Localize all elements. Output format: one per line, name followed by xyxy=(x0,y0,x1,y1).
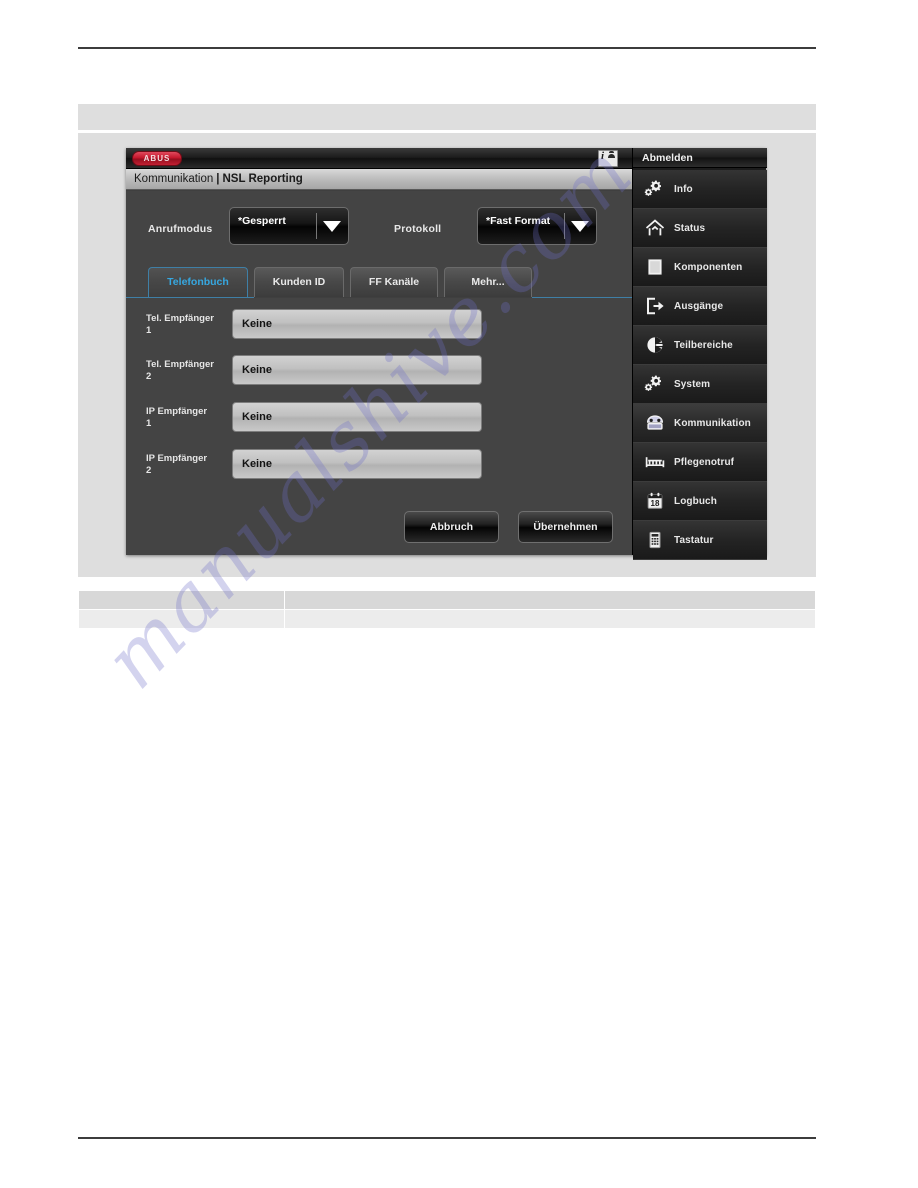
sidebar-item-tastatur[interactable]: Tastatur xyxy=(633,521,767,560)
calendar-18-icon: 18 xyxy=(641,491,669,511)
anrufmodus-value: *Gesperrt xyxy=(238,215,286,227)
table-row xyxy=(78,609,816,629)
protokoll-dropdown[interactable]: *Fast Format xyxy=(477,207,597,245)
sidebar-item-status[interactable]: Status xyxy=(633,209,767,248)
dropdown-divider xyxy=(564,213,565,239)
sidebar-item-label: Tastatur xyxy=(674,534,714,546)
tab-telefonbuch[interactable]: Telefonbuch xyxy=(148,267,248,297)
field-row: Tel. Empfänger 1 Keine xyxy=(126,309,632,355)
svg-text:18: 18 xyxy=(651,499,660,508)
breadcrumb-section[interactable]: Kommunikation xyxy=(134,173,213,185)
abus-logo-icon: ABUS xyxy=(132,151,182,166)
sidebar-item-info[interactable]: Info xyxy=(633,170,767,209)
ip-empfaenger-2-input[interactable]: Keine xyxy=(232,449,482,479)
tab-bar: Telefonbuch Kunden ID FF Kanäle Mehr... xyxy=(126,267,632,301)
sidebar-item-teilbereiche[interactable]: Teilbereiche xyxy=(633,326,767,365)
sidebar-item-label: Ausgänge xyxy=(674,300,724,312)
bed-icon xyxy=(641,452,669,472)
telephone-icon xyxy=(641,413,669,433)
tab-mehr[interactable]: Mehr... xyxy=(444,267,532,297)
ip-empfaenger-2-label: IP Empfänger 2 xyxy=(146,453,208,476)
keypad-icon xyxy=(641,530,669,550)
ip-empfaenger-1-label: IP Empfänger 1 xyxy=(146,406,208,429)
tel-empfaenger-1-label: Tel. Empfänger 1 xyxy=(146,313,214,336)
content-band-top xyxy=(78,104,816,130)
sidebar-item-label: System xyxy=(674,378,711,390)
sidebar-item-logbuch[interactable]: 18 Logbuch xyxy=(633,482,767,521)
square-module-icon xyxy=(641,257,669,277)
sidebar-item-pflegenotruf[interactable]: Pflegenotruf xyxy=(633,443,767,482)
sidebar-item-label: Info xyxy=(674,183,693,195)
bottom-table xyxy=(78,590,816,629)
page-header-rule xyxy=(78,47,816,49)
breadcrumb-separator: | xyxy=(216,173,220,185)
device-sidebar: Abmelden Info Status Komponenten Ausgäng… xyxy=(632,148,767,560)
sidebar-item-system[interactable]: System xyxy=(633,365,767,404)
sidebar-item-komponenten[interactable]: Komponenten xyxy=(633,248,767,287)
field-row: IP Empfänger 1 Keine xyxy=(126,402,632,448)
action-button-row: Abbruch Übernehmen xyxy=(126,511,632,555)
sidebar-menu: Info Status Komponenten Ausgänge Teilber… xyxy=(633,170,767,560)
sidebar-item-label: Teilbereiche xyxy=(674,339,733,351)
table-row xyxy=(78,590,816,610)
logout-button[interactable]: Abmelden xyxy=(633,148,767,168)
tab-underline-gap xyxy=(254,297,532,298)
table-cell xyxy=(78,590,285,610)
tab-ff-kanaele[interactable]: FF Kanäle xyxy=(350,267,438,297)
table-cell xyxy=(284,609,816,629)
tel-empfaenger-1-input[interactable]: Keine xyxy=(232,309,482,339)
table-cell xyxy=(284,590,816,610)
field-list: Tel. Empfänger 1 Keine Tel. Empfänger 2 Ke… xyxy=(126,309,632,509)
field-row: IP Empfänger 2 Keine xyxy=(126,449,632,495)
anrufmodus-dropdown[interactable]: *Gesperrt xyxy=(229,207,349,245)
ip-empfaenger-1-input[interactable]: Keine xyxy=(232,402,482,432)
gears-icon xyxy=(641,374,669,394)
protokoll-label: Protokoll xyxy=(394,223,442,235)
device-content-area: Anrufmodus *Gesperrt Protokoll *Fast For… xyxy=(126,191,632,555)
selector-row: Anrufmodus *Gesperrt Protokoll *Fast For… xyxy=(126,197,632,259)
sidebar-item-label: Pflegenotruf xyxy=(674,456,735,468)
gears-icon xyxy=(641,179,669,199)
chevron-down-icon xyxy=(323,221,341,232)
dropdown-divider xyxy=(316,213,317,239)
tel-empfaenger-2-label: Tel. Empfänger 2 xyxy=(146,359,214,382)
apply-button[interactable]: Übernehmen xyxy=(518,511,613,543)
sidebar-item-label: Komponenten xyxy=(674,261,743,273)
field-row: Tel. Empfänger 2 Keine xyxy=(126,355,632,401)
tel-empfaenger-2-input[interactable]: Keine xyxy=(232,355,482,385)
device-titlebar: ABUS xyxy=(126,148,632,169)
page-footer-rule xyxy=(78,1137,816,1139)
cancel-button[interactable]: Abbruch xyxy=(404,511,499,543)
sidebar-item-label: Logbuch xyxy=(674,495,717,507)
protokoll-value: *Fast Format xyxy=(486,215,551,227)
breadcrumb: Kommunikation | NSL Reporting xyxy=(126,169,632,190)
sidebar-item-kommunikation[interactable]: Kommunikation xyxy=(633,404,767,443)
chevron-down-icon xyxy=(571,221,589,232)
sidebar-item-label: Status xyxy=(674,222,706,234)
exit-arrow-icon xyxy=(641,296,669,316)
sidebar-item-label: Kommunikation xyxy=(674,417,751,429)
tab-kunden-id[interactable]: Kunden ID xyxy=(254,267,344,297)
anrufmodus-label: Anrufmodus xyxy=(148,223,213,235)
breadcrumb-current: NSL Reporting xyxy=(222,173,303,185)
info-user-icon[interactable] xyxy=(598,150,618,167)
house-icon xyxy=(641,218,669,238)
table-cell xyxy=(78,609,285,629)
device-screenshot-panel: ABUS Kommunikation|NSL Reporting Anrufmo… xyxy=(126,148,767,560)
sidebar-item-ausgaenge[interactable]: Ausgänge xyxy=(633,287,767,326)
pie-segments-icon xyxy=(641,335,669,355)
